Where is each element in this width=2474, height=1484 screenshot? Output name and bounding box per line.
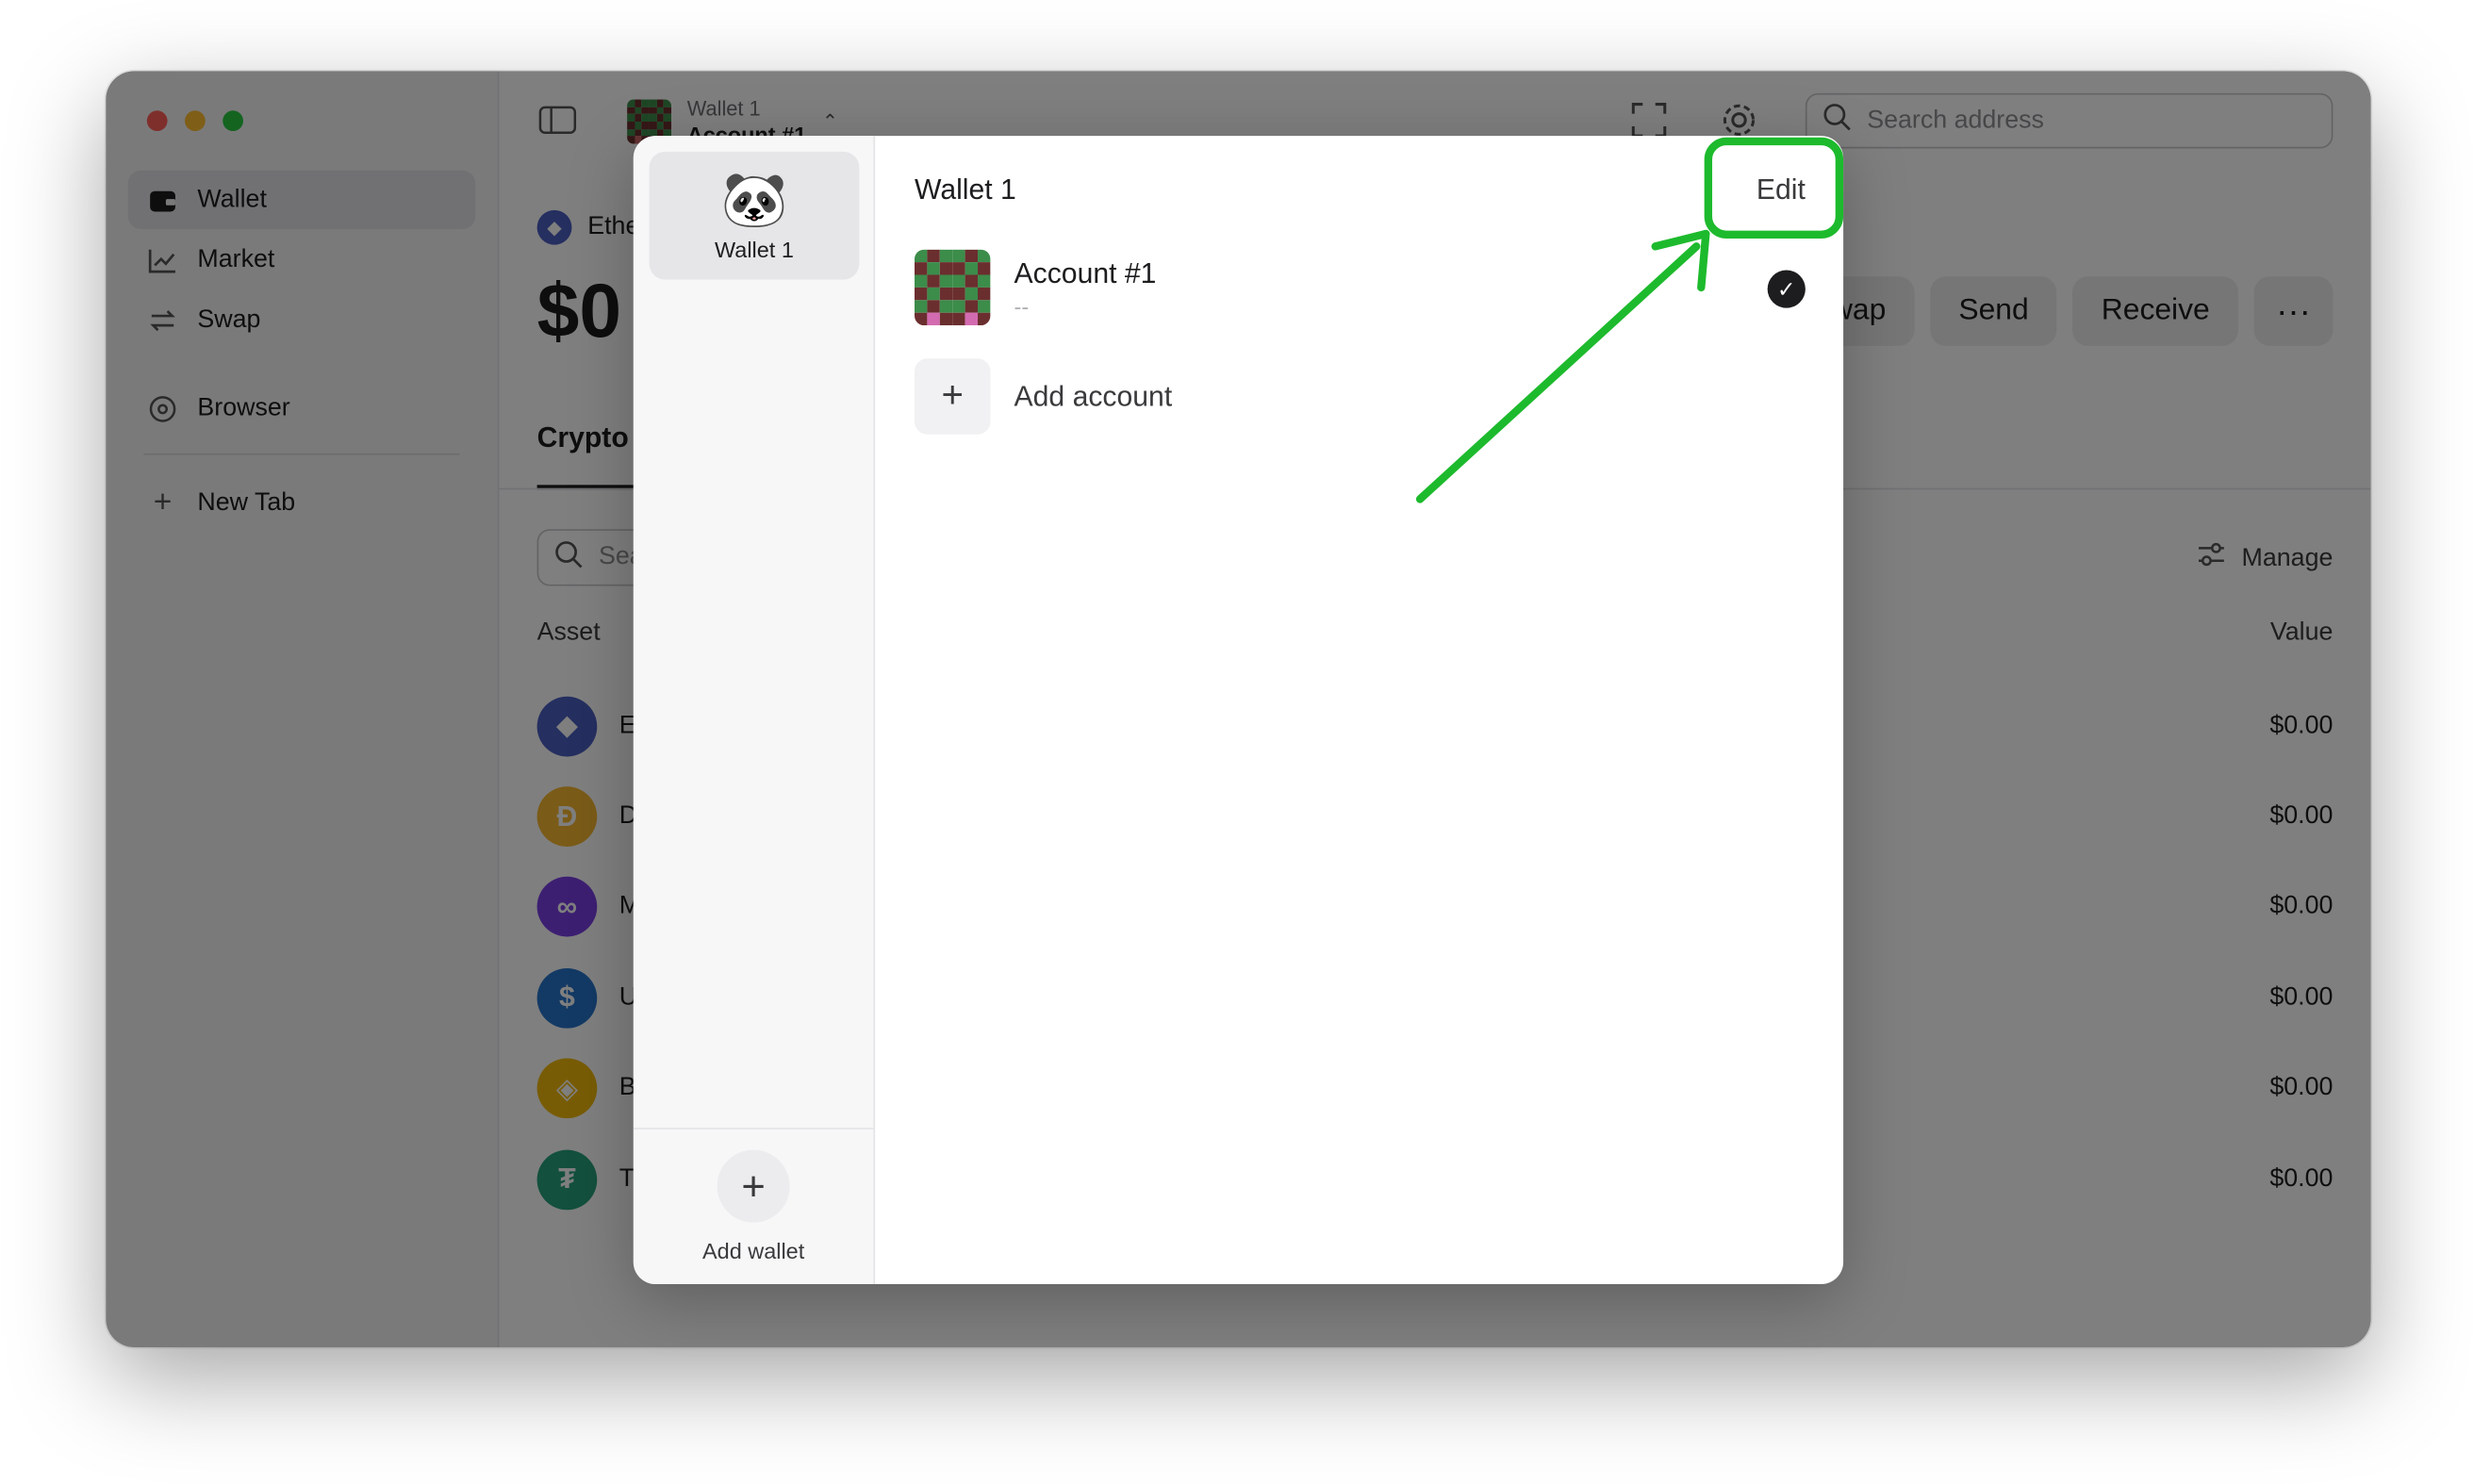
minimize-window-button[interactable] [185,110,206,132]
search-placeholder: Search address [1867,107,2044,134]
plus-icon: + [153,485,173,520]
wallet-switcher-modal: 🐼 Wallet 1 + Add wallet Wallet 1 Edit Ac… [633,136,1844,1285]
wallet-tile-label: Wallet 1 [715,236,794,262]
action-bar: wap Send Receive ··· [1802,276,2334,346]
chevron-updown-icon: ⌃ [821,110,838,133]
tab-crypto[interactable]: Crypto [537,421,629,454]
sidebar-item-label: Wallet [197,185,267,213]
sidebar-item-label: Browser [197,393,290,421]
sidebar-toggle-icon[interactable] [538,106,577,142]
swap-arrows-icon [147,304,179,336]
asset-value: $0.00 [2269,983,2334,1011]
coin-icon: ∞ [536,877,598,938]
sidebar-divider [143,453,460,455]
chart-icon [147,244,179,276]
balance-total: $0 [536,270,622,355]
column-header-value: Value [2269,618,2334,647]
coin-icon: ◈ [536,1058,598,1119]
compass-icon [147,392,179,424]
column-header-asset: Asset [536,618,601,647]
address-search-input[interactable]: Search address [1805,92,2334,149]
sidebar-item-label: Market [197,245,275,272]
sidebar-item-new-tab[interactable]: + New Tab [128,474,476,533]
panda-avatar-icon: 🐼 [720,170,788,230]
coin-icon: Ð [536,786,598,848]
add-wallet-section: + Add wallet [633,1128,874,1284]
asset-value: $0.00 [2269,1164,2334,1193]
sidebar-nav: Wallet Market Swap Browser + New Tab [127,170,476,534]
manage-button[interactable]: Manage [2198,542,2333,575]
search-icon [554,539,583,576]
add-wallet-button[interactable]: + [717,1149,790,1223]
sidebar-item-market[interactable]: Market [128,231,476,289]
asset-value: $0.00 [2269,1074,2334,1102]
account-name: Account #1 [1014,256,1157,289]
checkmark-icon: ✓ [1767,270,1806,308]
edit-button[interactable]: Edit [1757,173,1806,206]
search-icon [1823,103,1851,140]
coin-icon: ₮ [536,1149,598,1210]
add-account-button[interactable]: + Add account [914,358,1173,435]
more-options-button[interactable]: ··· [2253,276,2334,346]
wallet-tile-wallet-1[interactable]: 🐼 Wallet 1 [649,151,860,280]
sidebar-item-label: New Tab [197,488,296,516]
plus-icon: + [741,1162,766,1210]
sidebar: Wallet Market Swap Browser + New Tab [106,71,500,1348]
ethereum-icon: ◆ [536,209,572,245]
account-row[interactable]: Account #1 -- ✓ [914,248,1806,327]
send-button[interactable]: Send [1930,276,2057,346]
add-wallet-label: Add wallet [702,1238,805,1264]
window-controls [146,110,243,132]
asset-value: $0.00 [2269,712,2334,739]
coin-icon: ◆ [536,696,598,756]
add-account-label: Add account [1014,379,1173,412]
account-balance: -- [1014,292,1030,319]
wallet-name: Wallet 1 [686,96,761,121]
chain-label: ◆ Ethe [536,209,639,245]
wallet-icon [147,184,179,216]
modal-title: Wallet 1 [914,173,1016,206]
sidebar-item-browser[interactable]: Browser [128,379,476,437]
account-avatar [914,249,991,326]
account-list-panel: Wallet 1 Edit Account #1 -- ✓ + Add acco… [875,136,1843,1284]
coin-icon: $ [536,967,598,1029]
close-window-button[interactable] [146,110,168,132]
sidebar-item-swap[interactable]: Swap [128,290,476,349]
sliders-icon [2198,542,2226,575]
zoom-window-button[interactable] [223,110,243,132]
receive-button[interactable]: Receive [2072,276,2238,346]
plus-icon: + [914,358,991,435]
sidebar-item-wallet[interactable]: Wallet [127,170,476,229]
asset-name: T [618,1164,635,1193]
asset-value: $0.00 [2269,893,2334,920]
sidebar-item-label: Swap [197,305,261,333]
asset-value: $0.00 [2269,802,2334,830]
wallet-list: 🐼 Wallet 1 + Add wallet [633,136,876,1285]
